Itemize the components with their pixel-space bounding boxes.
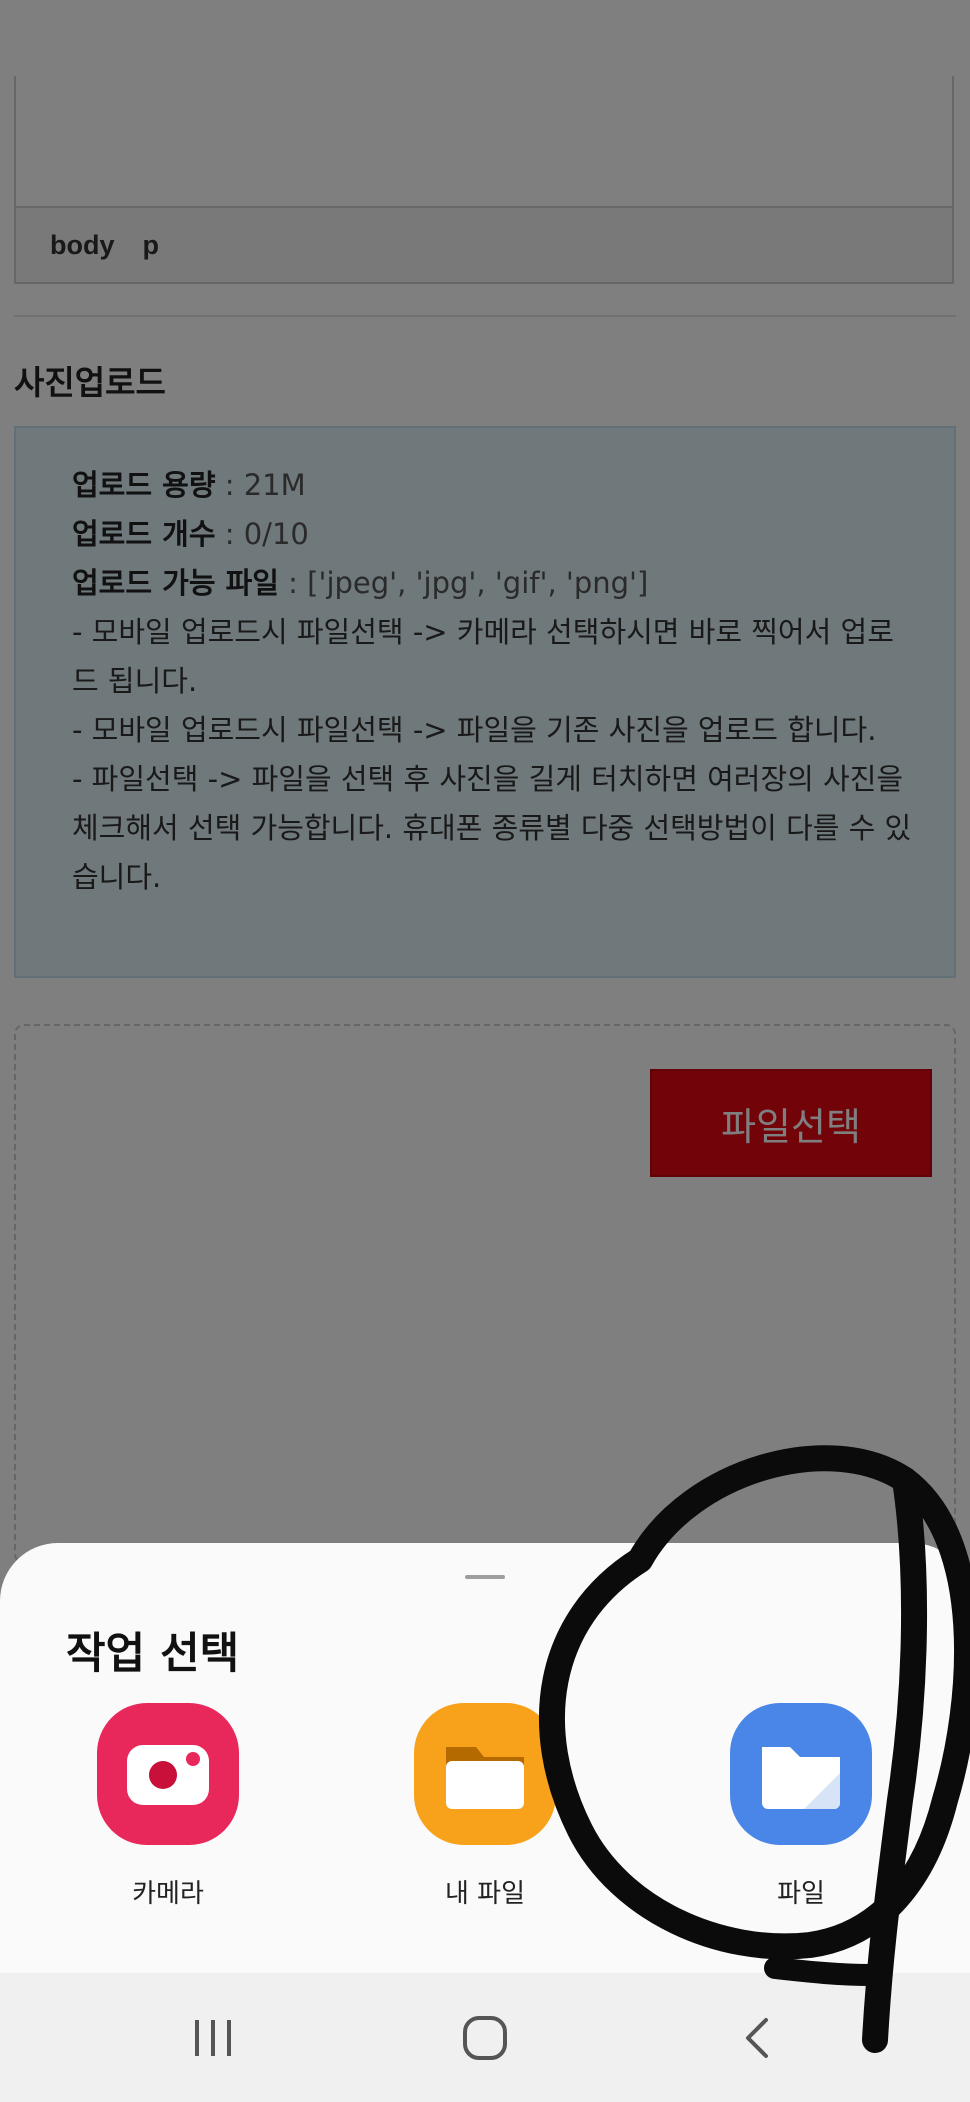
action-chooser-sheet: 작업 선택 카메라 내 파일 파일 <box>0 1543 970 1973</box>
my-files-icon[interactable] <box>414 1703 556 1845</box>
files-icon[interactable] <box>730 1703 872 1845</box>
android-navigation-bar <box>0 1973 970 2102</box>
app-label-camera: 카메라 <box>132 1879 204 1909</box>
app-label-my-files: 내 파일 <box>444 1879 526 1909</box>
recents-icon[interactable] <box>153 1973 273 2102</box>
app-option-files[interactable]: 파일 <box>691 1703 911 1910</box>
camera-icon[interactable] <box>97 1703 239 1845</box>
sheet-drag-handle[interactable] <box>465 1575 505 1579</box>
app-option-my-files[interactable]: 내 파일 <box>375 1703 595 1910</box>
back-icon[interactable] <box>697 1973 817 2102</box>
sheet-title: 작업 선택 <box>66 1629 240 1679</box>
app-label-files: 파일 <box>777 1879 825 1909</box>
app-option-camera[interactable]: 카메라 <box>58 1703 278 1910</box>
home-icon[interactable] <box>425 1973 545 2102</box>
